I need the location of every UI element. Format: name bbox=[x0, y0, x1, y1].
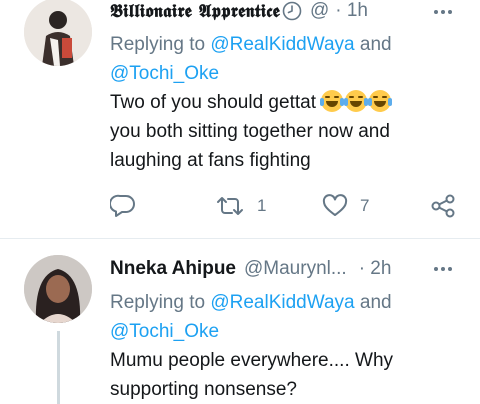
tweet-text-line: you both sitting together now and laughi… bbox=[110, 121, 390, 171]
mention-link[interactable]: @Tochi_Oke bbox=[110, 321, 219, 342]
replying-and: and bbox=[359, 292, 392, 313]
retweet-icon bbox=[217, 197, 243, 215]
timestamp[interactable]: · 2h bbox=[359, 258, 392, 280]
like-count: 7 bbox=[360, 196, 370, 215]
replying-to: Replying to @RealKiddWaya and @Tochi_Oke bbox=[110, 30, 450, 88]
tweet-header: Nneka Ahipue @Maurynl... · 2h bbox=[110, 256, 391, 282]
mention-link[interactable]: @RealKiddWaya bbox=[210, 34, 354, 55]
thread-line bbox=[57, 331, 60, 404]
emoji-joy-icon bbox=[344, 90, 369, 112]
more-icon[interactable] bbox=[434, 10, 452, 14]
replying-prefix: Replying to bbox=[110, 34, 206, 55]
display-name[interactable]: Nneka Ahipue bbox=[110, 258, 236, 280]
handle[interactable]: @ bbox=[310, 0, 329, 22]
tweet-text: Mumu people everywhere.... Why supportin… bbox=[110, 350, 394, 400]
avatar[interactable] bbox=[24, 0, 92, 66]
display-name[interactable]: 𝕭𝖎𝖑𝖑𝖎𝖔𝖓𝖆𝖎𝖗𝖊 𝕬𝖕𝖕𝖗𝖊𝖓𝖙𝖎𝖈𝖊 bbox=[110, 1, 280, 22]
like-icon bbox=[322, 194, 348, 216]
reply-button[interactable] bbox=[110, 194, 136, 218]
tweet-text: Two of you should gettat you both sittin… bbox=[110, 88, 440, 175]
share-icon bbox=[431, 194, 455, 218]
like-button[interactable]: 7 bbox=[322, 194, 369, 218]
mention-link[interactable]: @RealKiddWaya bbox=[210, 292, 354, 313]
emoji-joy-icon bbox=[320, 90, 345, 112]
replying-prefix: Replying to bbox=[110, 292, 206, 313]
emoji-joy-icon bbox=[368, 90, 393, 112]
action-bar: 1 7 bbox=[110, 194, 460, 220]
share-button[interactable] bbox=[430, 194, 456, 218]
retweet-button[interactable]: 1 bbox=[215, 194, 266, 218]
clock-icon bbox=[282, 1, 302, 21]
tweet-text-line: Two of you should gettat bbox=[110, 92, 316, 113]
replying-to: Replying to @RealKiddWaya and @Tochi_Oke bbox=[110, 288, 450, 346]
retweet-count: 1 bbox=[257, 196, 267, 215]
tweet[interactable]: Nneka Ahipue @Maurynl... · 2h Replying t… bbox=[0, 239, 480, 404]
avatar[interactable] bbox=[24, 255, 92, 323]
handle[interactable]: @Maurynl... bbox=[244, 258, 347, 280]
more-icon[interactable] bbox=[434, 267, 452, 271]
tweet-header: 𝕭𝖎𝖑𝖑𝖎𝖔𝖓𝖆𝖎𝖗𝖊 𝕬𝖕𝖕𝖗𝖊𝖓𝖙𝖎𝖈𝖊 @ · 1h bbox=[110, 0, 368, 24]
mention-link[interactable]: @Tochi_Oke bbox=[110, 63, 219, 84]
reply-icon bbox=[110, 194, 135, 217]
replying-and: and bbox=[359, 34, 392, 55]
timestamp[interactable]: · 1h bbox=[335, 0, 368, 22]
tweet[interactable]: 𝕭𝖎𝖑𝖑𝖎𝖔𝖓𝖆𝖎𝖗𝖊 𝕬𝖕𝖕𝖗𝖊𝖓𝖙𝖎𝖈𝖊 @ · 1h Replying t… bbox=[0, 0, 480, 238]
